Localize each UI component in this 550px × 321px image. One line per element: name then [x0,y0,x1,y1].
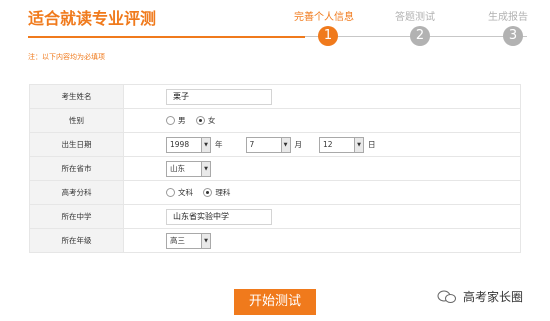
title-underline [28,36,305,38]
subject-arts-label: 文科 [178,188,193,197]
province-select[interactable]: 山东 ▼ [166,160,211,177]
page-title: 适合就读专业评测 [28,9,157,28]
chevron-down-icon: ▼ [280,137,290,152]
year-unit: 年 [215,140,223,149]
grade-label: 所在年级 [29,228,124,253]
name-input[interactable]: 栗子 [166,88,272,105]
subject-science-label: 理科 [215,188,231,197]
chevron-down-icon: ▼ [201,137,210,152]
grade-value: 高三 [170,235,185,245]
form-row-grade: 所在年级 高三 ▼ [29,228,521,253]
step-1-circle: 1 [318,26,338,46]
subject-science-radio[interactable] [203,188,213,197]
form-row-gender: 性别 男 女 [29,108,521,133]
birth-year-value: 1998 [170,139,190,149]
form-row-birth: 出生日期 1998 ▼ 年 7 ▼ 月 12 ▼ 日 [29,132,521,157]
gender-male-radio[interactable] [166,116,175,125]
month-unit: 月 [294,140,303,149]
school-label: 所在中学 [29,204,124,229]
name-label: 考生姓名 [29,84,124,109]
step-3-label: 生成报告 [488,12,528,23]
chevron-down-icon: ▼ [354,137,363,152]
school-input[interactable]: 山东省实验中学 [166,208,272,225]
gender-label: 性别 [29,108,124,133]
watermark-text: 高考家长圈 [463,290,524,304]
chevron-down-icon: ▼ [201,233,210,248]
chevron-down-icon: ▼ [201,161,210,176]
profile-form: 考生姓名 栗子 性别 男 女 出生日期 1998 ▼ 年 7 ▼ 月 12 ▼ 日 所在省市 山… [29,84,521,253]
step-3-circle: 3 [503,26,523,46]
step-2-circle: 2 [410,26,430,46]
form-row-name: 考生姓名 栗子 [29,84,521,109]
birth-day-select[interactable]: 12 ▼ [319,136,364,153]
step-2-label: 答题测试 [395,12,435,23]
subject-arts-radio[interactable] [166,188,175,197]
province-value: 山东 [170,163,185,173]
day-unit: 日 [368,140,376,149]
province-label: 所在省市 [29,156,124,181]
birth-label: 出生日期 [29,132,124,157]
birth-month-value: 7 [249,139,255,149]
gender-female-radio[interactable] [195,116,205,125]
start-test-button[interactable]: 开始测试 [234,289,316,315]
form-row-subject: 高考分科 文科 理科 [29,180,521,205]
birth-day-value: 12 [323,139,333,149]
gender-female-label: 女 [207,116,216,125]
subject-label: 高考分科 [29,180,124,205]
birth-year-select[interactable]: 1998 ▼ [166,136,211,153]
grade-select[interactable]: 高三 ▼ [166,232,211,249]
required-note: 注：以下内容均为必填项 [28,53,105,61]
step-1-label: 完善个人信息 [294,12,354,23]
gender-male-label: 男 [178,116,186,125]
form-row-school: 所在中学 山东省实验中学 [29,204,521,229]
birth-month-select[interactable]: 7 ▼ [245,136,291,153]
wechat-icon [437,290,456,303]
form-row-province: 所在省市 山东 ▼ [29,156,521,181]
watermark: 高考家长圈 [437,288,523,305]
